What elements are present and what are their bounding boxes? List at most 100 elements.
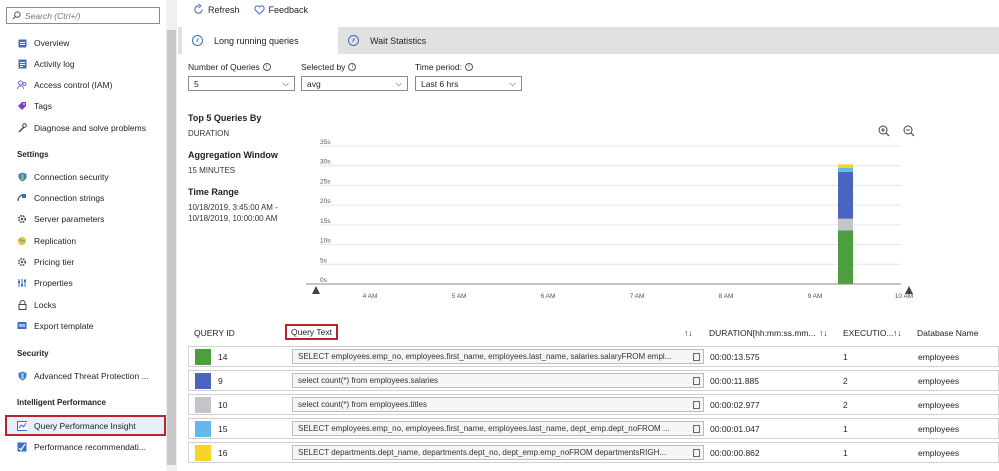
sidebar-item-locks[interactable]: Locks — [0, 296, 166, 314]
activity-log-icon — [17, 59, 27, 69]
chevron-down-icon: ⌵ — [282, 78, 289, 88]
sidebar-scroll-thumb[interactable] — [167, 30, 176, 465]
copy-icon[interactable] — [693, 353, 700, 361]
sidebar-item-label: Locks — [34, 300, 57, 310]
sort-icon[interactable]: ↑↓ — [893, 328, 902, 338]
filter-label: Selected by — [301, 62, 346, 72]
search-box[interactable] — [6, 7, 160, 24]
series-color-swatch — [195, 349, 211, 365]
search-icon — [12, 11, 21, 20]
executions-value: 2 — [843, 400, 848, 410]
chart-summary: Top 5 Queries By DURATION Aggregation Wi… — [188, 113, 288, 235]
sidebar-item-label: Query Performance Insight — [34, 420, 136, 431]
database-name-value: employees — [918, 352, 960, 362]
gear-icon — [17, 257, 27, 267]
sidebar-item-tags[interactable]: Tags — [0, 97, 166, 115]
sidebar-item-connection-strings[interactable]: Connection strings — [0, 189, 166, 207]
refresh-icon — [194, 4, 203, 14]
selected-by-select[interactable]: avg ⌵ — [301, 76, 408, 91]
executions-value: 1 — [843, 352, 848, 362]
query-text-field[interactable]: SELECT departments.dept_name, department… — [292, 445, 704, 460]
y-tick-label: 10s — [320, 238, 331, 245]
select-value: 5 — [194, 78, 199, 89]
tab-long-running-queries[interactable]: Long running queries — [182, 27, 338, 54]
copy-icon[interactable] — [693, 425, 700, 433]
plug-icon — [17, 193, 27, 203]
sidebar-item-access-control[interactable]: Access control (IAM) — [0, 76, 166, 94]
sidebar-item-advanced-threat-protection[interactable]: Advanced Threat Protection ... — [0, 367, 166, 385]
database-name-value: employees — [918, 400, 960, 410]
sidebar-item-label: Activity log — [34, 59, 75, 69]
shield-icon — [17, 172, 27, 182]
sliders-icon — [17, 278, 27, 288]
refresh-button[interactable]: Refresh — [193, 4, 240, 15]
selected-by-filter: Selected by i avg ⌵ — [301, 62, 408, 91]
col-database-name[interactable]: Database Name — [917, 328, 978, 338]
toolbar: Refresh Feedback — [193, 4, 308, 15]
tab-wait-statistics[interactable]: Wait Statistics — [348, 27, 426, 54]
query-text-field[interactable]: select count(*) from employees.salaries — [292, 373, 704, 388]
x-tick-label: 4 AM — [363, 293, 378, 300]
sidebar-item-properties[interactable]: Properties — [0, 274, 166, 292]
sidebar-item-diagnose[interactable]: Diagnose and solve problems — [0, 119, 166, 137]
sort-icon[interactable]: ↑↓ — [684, 328, 693, 338]
people-icon — [17, 80, 27, 90]
sidebar-item-label: Diagnose and solve problems — [34, 123, 146, 133]
sidebar: « Overview Activity log Access control (… — [0, 0, 178, 471]
sidebar-item-connection-security[interactable]: Connection security — [0, 168, 166, 186]
query-text-field[interactable]: select count(*) from employees.titles — [292, 397, 704, 412]
sidebar-item-overview[interactable]: Overview — [0, 34, 166, 52]
sidebar-item-replication[interactable]: Replication — [0, 232, 166, 250]
col-query-id[interactable]: QUERY ID — [194, 328, 235, 338]
sidebar-item-query-performance-insight[interactable]: Query Performance Insight — [5, 415, 166, 436]
clock-icon — [348, 35, 359, 46]
tab-bar: Long running queries Wait Statistics — [178, 27, 999, 54]
feedback-button[interactable]: Feedback — [253, 4, 308, 15]
query-text: SELECT departments.dept_name, department… — [298, 448, 667, 457]
copy-icon[interactable] — [693, 401, 700, 409]
table-row[interactable]: 10 select count(*) from employees.titles 0… — [188, 394, 999, 415]
sort-icon[interactable]: ↑↓ — [819, 328, 828, 338]
query-text-field[interactable]: SELECT employees.emp_no, employees.first… — [292, 421, 704, 436]
bar-segment-query-10 — [838, 218, 853, 231]
chart-icon — [17, 420, 27, 431]
clock-icon — [192, 35, 203, 46]
info-icon[interactable]: i — [348, 63, 357, 71]
col-query-text[interactable]: Query Text — [285, 324, 338, 340]
database-name-value: employees — [918, 424, 960, 434]
executions-value: 1 — [843, 448, 848, 458]
time-period-select[interactable]: Last 6 hrs ⌵ — [415, 76, 522, 91]
number-of-queries-select[interactable]: 5 ⌵ — [188, 76, 295, 91]
search-input[interactable] — [25, 10, 155, 21]
top-queries-header: Top 5 Queries By — [188, 113, 262, 123]
col-executions[interactable]: EXECUTIO... — [843, 328, 894, 338]
sidebar-item-pricing-tier[interactable]: Pricing tier — [0, 253, 166, 271]
sidebar-item-performance-recommendations[interactable]: Performance recommendati... — [0, 438, 166, 456]
x-tick-label: 9 AM — [808, 293, 823, 300]
duration-value: 00:00:02.977 — [710, 400, 760, 410]
info-icon[interactable]: i — [262, 63, 271, 71]
query-id: 10 — [218, 400, 228, 410]
info-icon[interactable]: i — [464, 63, 473, 71]
query-text: SELECT employees.emp_no, employees.first… — [298, 352, 672, 361]
query-text: select count(*) from employees.salaries — [298, 376, 439, 385]
table-row[interactable]: 16 SELECT departments.dept_name, departme… — [188, 442, 999, 463]
copy-icon[interactable] — [693, 377, 700, 385]
database-name-value: employees — [918, 376, 960, 386]
series-color-swatch — [195, 397, 211, 413]
sidebar-item-server-parameters[interactable]: Server parameters — [0, 210, 166, 228]
bar-segment-query-15 — [838, 167, 853, 172]
col-duration[interactable]: DURATION[hh:mm:ss.mm... — [709, 328, 816, 338]
wrench-icon — [17, 123, 27, 133]
query-text-field[interactable]: SELECT employees.emp_no, employees.first… — [292, 349, 704, 364]
sidebar-item-export-template[interactable]: Export template — [0, 317, 166, 335]
x-tick-label: 6 AM — [541, 293, 556, 300]
table-row[interactable]: 15 SELECT employees.emp_no, employees.fir… — [188, 418, 999, 439]
section-header-security: Security — [17, 349, 49, 358]
sidebar-item-label: Connection strings — [34, 193, 105, 203]
table-row[interactable]: 9 select count(*) from employees.salaries… — [188, 370, 999, 391]
sidebar-item-activity-log[interactable]: Activity log — [0, 55, 166, 73]
copy-icon[interactable] — [693, 449, 700, 457]
range-handle-right — [905, 286, 913, 294]
table-row[interactable]: 14 SELECT employees.emp_no, employees.fir… — [188, 346, 999, 367]
